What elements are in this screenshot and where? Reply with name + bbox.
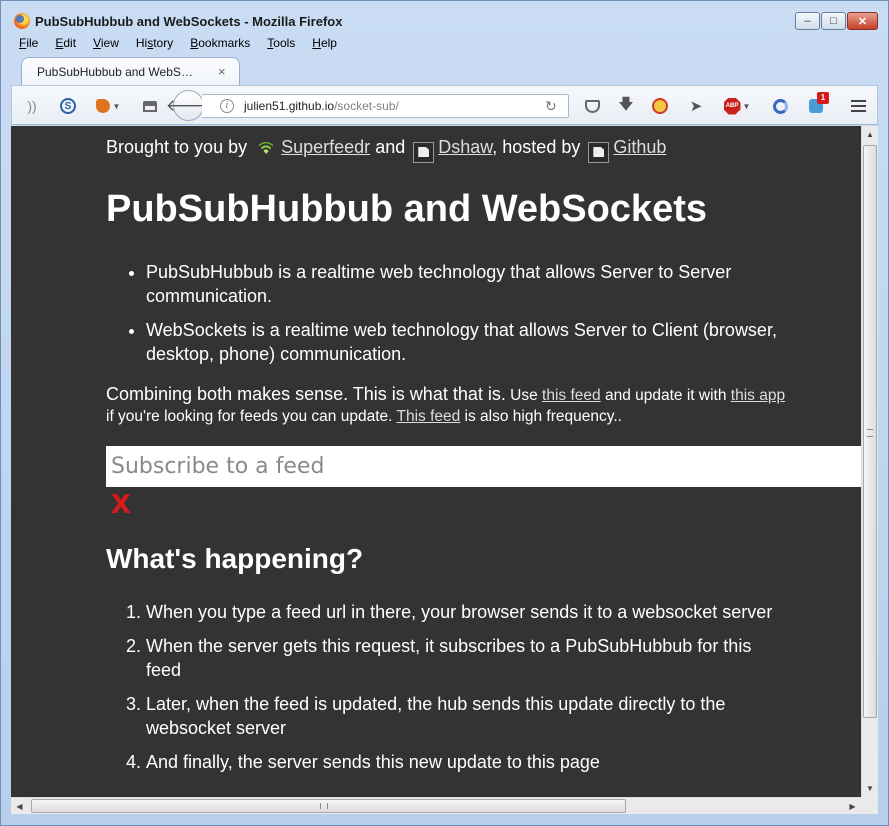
this-app-link[interactable]: this app: [731, 387, 785, 404]
site-info-icon[interactable]: i: [220, 99, 234, 113]
page-viewport: Brought to you by Superfeedr and Dshaw, …: [11, 126, 861, 797]
menu-file[interactable]: File: [11, 35, 38, 53]
reload-icon[interactable]: ↻: [545, 98, 557, 115]
scrollbar-corner: [861, 797, 878, 814]
maximize-button[interactable]: □: [821, 12, 846, 30]
scroll-down-icon[interactable]: ▼: [862, 780, 878, 797]
horizontal-scrollbar[interactable]: ◀ ▶: [11, 797, 861, 814]
stylish-icon[interactable]: S: [58, 96, 78, 116]
list-item: Later, when the feed is updated, the hub…: [146, 692, 786, 740]
list-item: PubSubHubbub is a realtime web technolog…: [146, 260, 786, 308]
list-item: And finally, the server sends this new u…: [146, 750, 786, 774]
fox-addon-icon[interactable]: ▼: [94, 96, 122, 116]
menu-history[interactable]: History: [128, 35, 173, 53]
credits-hosted: , hosted by: [492, 137, 581, 157]
title-bar: PubSubHubbub and WebSockets - Mozilla Fi…: [1, 1, 888, 33]
firefox-logo-icon: [14, 13, 30, 29]
credits-line: Brought to you by Superfeedr and Dshaw, …: [106, 137, 666, 163]
steps-list: When you type a feed url in there, your …: [146, 600, 786, 784]
credits-and: and: [375, 137, 406, 157]
credits-prefix: Brought to you by: [106, 137, 248, 157]
superfeedr-link[interactable]: Superfeedr: [281, 137, 370, 157]
pocket-icon[interactable]: [582, 96, 602, 116]
combine-paragraph: Combining both makes sense. This is what…: [106, 384, 786, 425]
superfeedr-logo-icon: [255, 142, 277, 156]
tab-label: PubSubHubbub and WebS…: [37, 65, 193, 79]
minimize-button[interactable]: –: [795, 12, 820, 30]
menu-edit[interactable]: Edit: [47, 35, 76, 53]
vertical-scroll-thumb[interactable]: [863, 145, 877, 718]
back-button[interactable]: 🡐: [166, 90, 211, 121]
adblock-plus-icon[interactable]: ABP ▼: [722, 96, 752, 116]
navigation-toolbar: )) S ▼ 🡐 i julien51.github.io/socket-sub…: [11, 85, 878, 125]
list-item: WebSockets is a realtime web technology …: [146, 318, 786, 366]
tab-close-icon[interactable]: ×: [218, 64, 226, 79]
menu-view[interactable]: View: [85, 35, 119, 53]
scroll-right-icon[interactable]: ▶: [844, 798, 861, 814]
menu-tools[interactable]: Tools: [259, 35, 295, 53]
extension-icon[interactable]: 1: [806, 92, 829, 116]
menu-bar: File Edit View History Bookmarks Tools H…: [11, 35, 346, 53]
menu-help[interactable]: Help: [304, 35, 337, 53]
scroll-up-icon[interactable]: ▲: [862, 126, 878, 143]
window-title: PubSubHubbub and WebSockets - Mozilla Fi…: [35, 14, 343, 29]
send-icon[interactable]: ➤: [686, 96, 706, 116]
extension-badge: 1: [817, 92, 829, 104]
dshaw-image-icon: [413, 141, 435, 163]
rss-icon[interactable]: )): [22, 96, 42, 116]
scroll-left-icon[interactable]: ◀: [11, 798, 28, 814]
block-icon[interactable]: [650, 96, 670, 116]
section-heading: What's happening?: [106, 543, 364, 574]
browser-window: PubSubHubbub and WebSockets - Mozilla Fi…: [0, 0, 889, 826]
url-bar[interactable]: i julien51.github.io/socket-sub/ ↻: [202, 94, 569, 118]
menu-bookmarks[interactable]: Bookmarks: [182, 35, 250, 53]
github-link[interactable]: Github: [613, 137, 666, 157]
list-item: When you type a feed url in there, your …: [146, 600, 786, 624]
vertical-scrollbar[interactable]: ▲ ▼: [861, 126, 878, 797]
download-icon[interactable]: 🡇: [616, 96, 636, 116]
swirl-addon-icon[interactable]: [770, 96, 790, 116]
url-text[interactable]: julien51.github.io/socket-sub/: [244, 99, 399, 113]
this-feed-link[interactable]: this feed: [542, 387, 601, 404]
subscribe-feed-input[interactable]: [106, 446, 861, 487]
high-frequency-feed-link[interactable]: This feed: [396, 408, 460, 425]
intro-list: PubSubHubbub is a realtime web technolog…: [146, 260, 786, 376]
page-title: PubSubHubbub and WebSockets: [106, 188, 707, 230]
close-window-button[interactable]: ✕: [847, 12, 878, 30]
github-image-icon: [588, 141, 610, 163]
tab-active[interactable]: PubSubHubbub and WebS… ×: [21, 57, 240, 86]
inbox-icon[interactable]: [140, 96, 160, 116]
list-item: When the server gets this request, it su…: [146, 634, 786, 682]
hamburger-menu-icon[interactable]: [848, 96, 868, 116]
clear-x-button[interactable]: X: [111, 490, 131, 520]
horizontal-scroll-thumb[interactable]: [31, 799, 626, 813]
dshaw-link[interactable]: Dshaw: [438, 137, 492, 157]
